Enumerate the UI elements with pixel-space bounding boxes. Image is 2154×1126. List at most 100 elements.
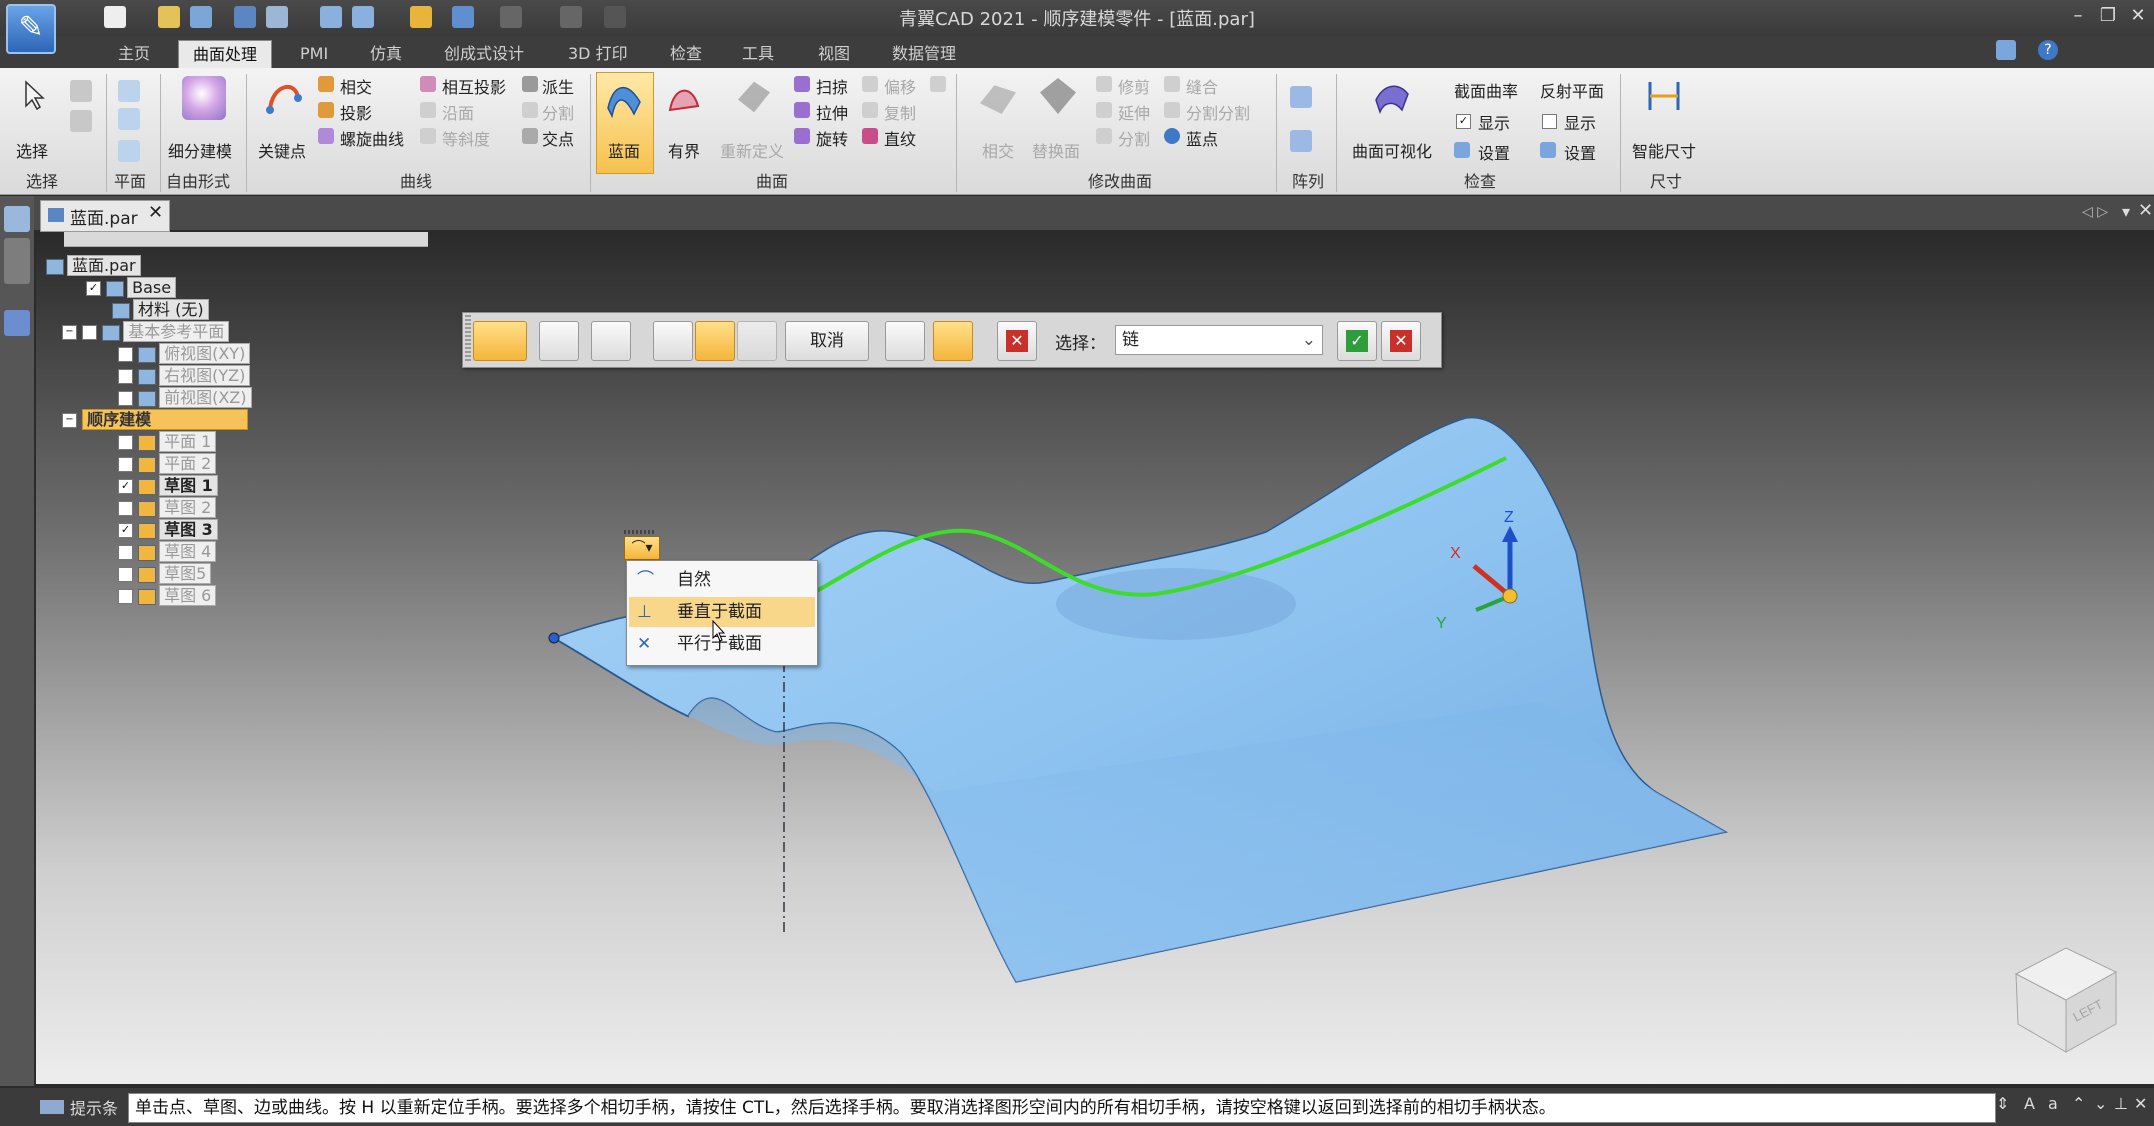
feature-visibility-checkbox[interactable]	[118, 589, 133, 604]
feature-visibility-checkbox[interactable]: ✓	[118, 479, 133, 494]
step-guide-curve-button[interactable]	[591, 321, 631, 361]
split-split-label[interactable]: 分割分割	[1186, 100, 1250, 124]
select-tool-icon[interactable]	[70, 80, 92, 102]
curvature-settings-label[interactable]: 设置	[1478, 140, 1510, 164]
graphics-viewport[interactable]: Z X Y LEFT 蓝面.par ✓ Base 材料 (无) − 基本参考平面…	[36, 232, 2154, 1084]
derive-label[interactable]: 派生	[542, 74, 574, 98]
split-surface-label[interactable]: 分割	[1118, 126, 1150, 150]
tree-feature-row[interactable]: 平面 2	[118, 453, 217, 474]
pattern-icon[interactable]	[1290, 86, 1312, 108]
feature-visibility-checkbox[interactable]	[118, 435, 133, 450]
split-curve-label[interactable]: 分割	[542, 100, 574, 124]
tab-generative-design[interactable]: 创成式设计	[430, 40, 538, 68]
menu-item-natural[interactable]: ⌒ 自然	[629, 565, 815, 595]
question-icon[interactable]: ?	[2038, 40, 2058, 60]
tree-feature-label[interactable]: 草图5	[159, 563, 212, 584]
collapse-ordered-icon[interactable]: −	[62, 413, 77, 428]
plane-icon[interactable]	[118, 80, 140, 102]
tab-scroll-left-icon[interactable]: ◁ ▷	[2082, 204, 2108, 220]
tree-feature-row[interactable]: 草图 4	[118, 541, 217, 562]
tree-feature-label[interactable]: 草图 1	[159, 475, 218, 496]
restore-button[interactable]: ❐	[2094, 4, 2122, 28]
sweep-label[interactable]: 扫掠	[816, 74, 848, 98]
plane-xy-checkbox[interactable]	[118, 347, 133, 362]
close-tab-icon[interactable]: ✕	[148, 202, 163, 223]
extrude-label[interactable]: 拉伸	[816, 100, 848, 124]
tree-root-row[interactable]: 蓝面.par	[46, 255, 141, 276]
curvature-show-checkbox[interactable]: ✓	[1456, 114, 1471, 129]
tab-surfacing[interactable]: 曲面处理	[178, 40, 273, 69]
tab-data-management[interactable]: 数据管理	[878, 40, 970, 68]
tree-feature-label[interactable]: 平面 1	[159, 431, 217, 452]
tangent-control-button[interactable]	[695, 321, 735, 361]
plane-yz-checkbox[interactable]	[118, 369, 133, 384]
cancel-command-button[interactable]: ✕	[1381, 321, 1421, 361]
bounded-surface-icon[interactable]	[664, 78, 704, 118]
isocline-label[interactable]: 等斜度	[442, 126, 490, 150]
edit-step-button[interactable]	[737, 321, 777, 361]
expand-up-icon[interactable]: ⌃	[2072, 1094, 2085, 1113]
cancel-step-button[interactable]: 取消	[785, 321, 869, 361]
step-cross-section-button[interactable]	[539, 321, 579, 361]
tab-home[interactable]: 主页	[104, 40, 164, 68]
keypoint-curve-icon[interactable]	[262, 74, 306, 118]
extend-label[interactable]: 延伸	[1118, 100, 1150, 124]
blue-surface-step-button[interactable]	[473, 321, 527, 361]
collapse-ref-planes-icon[interactable]: −	[62, 325, 77, 340]
tree-plane-row[interactable]: 前视图(XZ)	[118, 387, 252, 408]
stitch-label[interactable]: 缝合	[1186, 74, 1218, 98]
pathfinder-icon[interactable]	[4, 206, 30, 232]
tree-plane-row[interactable]: 右视图(YZ)	[118, 365, 251, 386]
popup-grip[interactable]	[624, 530, 654, 534]
mirror-icon[interactable]	[1290, 130, 1312, 152]
reflect-settings-label[interactable]: 设置	[1564, 140, 1596, 164]
tree-feature-label[interactable]: 草图 3	[159, 519, 218, 540]
surface-visualization-icon[interactable]	[1372, 76, 1412, 116]
smart-dimension-icon[interactable]	[1644, 76, 1684, 116]
along-face-label[interactable]: 沿面	[442, 100, 474, 124]
tangent-type-dropdown[interactable]: ⌒▾	[624, 536, 660, 560]
command-bar-grip[interactable]	[465, 315, 471, 363]
subdivision-modeling-icon[interactable]	[182, 76, 226, 120]
intersect-surface-label[interactable]: 相交	[982, 138, 1014, 162]
offset-label[interactable]: 偏移	[884, 74, 916, 98]
ref-planes-checkbox[interactable]	[82, 325, 98, 340]
feature-visibility-checkbox[interactable]	[118, 457, 133, 472]
preview-button[interactable]	[885, 321, 925, 361]
redefine-label[interactable]: 重新定义	[720, 138, 784, 162]
deselect-button[interactable]: ✕	[997, 321, 1037, 361]
expand-down-icon[interactable]: ⌄	[2094, 1094, 2107, 1113]
plane-xz-checkbox[interactable]	[118, 391, 133, 406]
plane-xy-label[interactable]: 俯视图(XY)	[159, 343, 251, 364]
plane-xz-label[interactable]: 前视图(XZ)	[159, 387, 252, 408]
replace-face-label[interactable]: 替换面	[1032, 138, 1080, 162]
font-shrink-icon[interactable]: a	[2048, 1094, 2058, 1113]
copy-label[interactable]: 复制	[884, 100, 916, 124]
select-button-label[interactable]: 选择	[16, 138, 48, 162]
section-curvature-label[interactable]: 截面曲率	[1454, 78, 1518, 102]
prompt-scroll-icon[interactable]: ⇕	[1996, 1094, 2009, 1113]
pin-icon[interactable]: ⊥	[2114, 1094, 2128, 1113]
tab-view[interactable]: 视图	[804, 40, 864, 68]
trim-label[interactable]: 修剪	[1118, 74, 1150, 98]
close-prompt-icon[interactable]: ✕	[2134, 1094, 2147, 1113]
reflective-plane-label[interactable]: 反射平面	[1540, 78, 1604, 102]
tab-3d-print[interactable]: 3D 打印	[554, 40, 642, 68]
list-button[interactable]	[933, 321, 973, 361]
tree-base-row[interactable]: ✓ Base	[86, 277, 177, 298]
surface-extra-icon[interactable]	[930, 76, 946, 92]
minimize-button[interactable]: –	[2064, 4, 2092, 28]
feature-visibility-checkbox[interactable]	[118, 567, 133, 582]
blue-dot-label[interactable]: 蓝点	[1186, 126, 1218, 150]
help-icon[interactable]	[1996, 40, 2016, 60]
close-all-tabs-icon[interactable]: ✕	[2138, 200, 2153, 221]
plane-options-icon[interactable]	[118, 108, 140, 130]
tree-feature-label[interactable]: 草图 4	[159, 541, 217, 562]
app-logo-icon[interactable]: ✎	[6, 4, 56, 54]
smart-dimension-label[interactable]: 智能尺寸	[1632, 138, 1696, 162]
tree-feature-row[interactable]: 平面 1	[118, 431, 217, 452]
tab-list-icon[interactable]: ▾	[2122, 202, 2130, 221]
feature-visibility-checkbox[interactable]: ✓	[118, 523, 133, 538]
select-mode-dropdown[interactable]: 链 ⌄	[1115, 325, 1323, 355]
tree-base-label[interactable]: Base	[127, 277, 177, 298]
